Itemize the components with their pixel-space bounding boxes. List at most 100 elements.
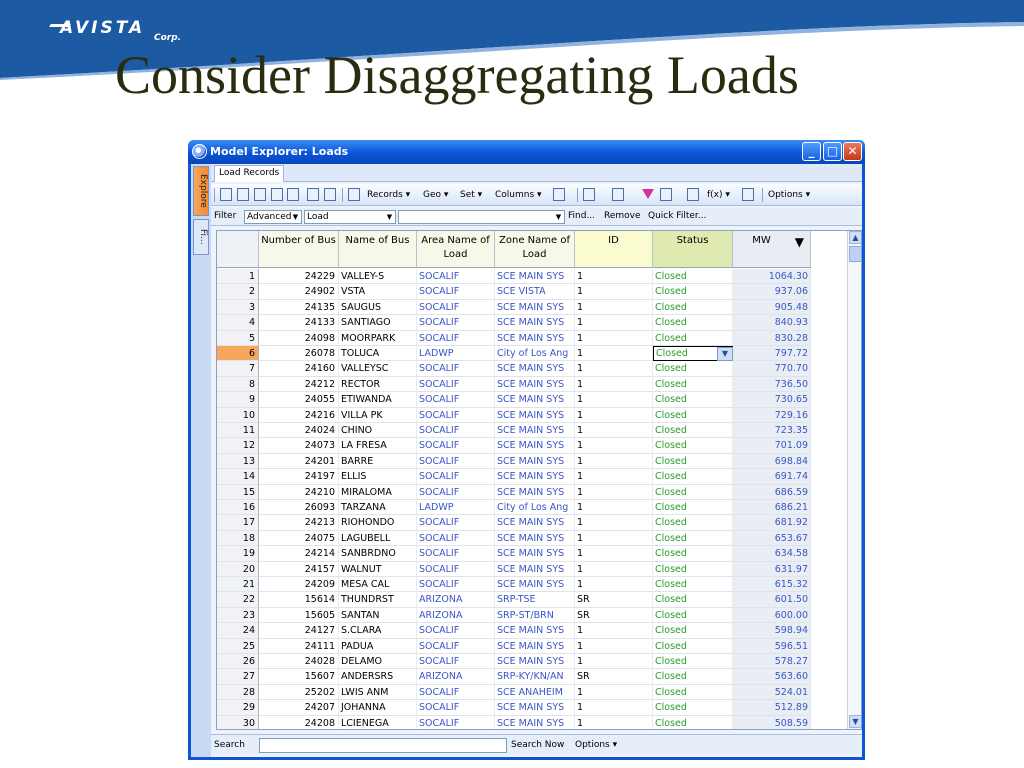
cell-id[interactable]: 1 <box>575 515 653 531</box>
cell-bus-number[interactable]: 24073 <box>259 438 339 454</box>
cell-bus-name[interactable]: PADUA <box>339 638 417 654</box>
table-row[interactable]: 13 24201 BARRE SOCALIF SCE MAIN SYS 1 Closed 69… <box>217 453 842 470</box>
cell-area-name[interactable]: SOCALIF <box>417 530 495 547</box>
cell-bus-name[interactable]: LA FRESA <box>339 438 417 454</box>
cell-status[interactable]: Closed <box>653 500 733 516</box>
increase-decimals-icon[interactable] <box>271 188 283 201</box>
find-button[interactable]: Find... <box>568 210 595 223</box>
cell-zone-name[interactable]: SCE MAIN SYS <box>495 407 575 423</box>
cell-area-name[interactable]: SOCALIF <box>417 284 495 300</box>
cell-mw[interactable]: 701.09 <box>733 438 811 454</box>
row-number[interactable]: 19 <box>217 546 259 562</box>
column-header-id[interactable]: ID <box>575 231 653 268</box>
row-number[interactable]: 29 <box>217 700 259 716</box>
cell-status[interactable]: Closed <box>653 269 733 285</box>
cell-id[interactable]: 1 <box>575 299 653 316</box>
cell-bus-number[interactable]: 24055 <box>259 392 339 408</box>
cell-mw[interactable]: 736.50 <box>733 376 811 393</box>
cell-bus-number[interactable]: 24201 <box>259 453 339 470</box>
cell-bus-number[interactable]: 24208 <box>259 715 339 729</box>
filter-expression-select[interactable]: ▼ <box>398 210 565 224</box>
cell-id[interactable]: 1 <box>575 269 653 285</box>
cell-status[interactable]: Closed <box>653 638 733 654</box>
row-number[interactable]: 27 <box>217 669 259 685</box>
row-number[interactable]: 17 <box>217 515 259 531</box>
cell-mw[interactable]: 840.93 <box>733 315 811 331</box>
cell-status[interactable]: Closed <box>653 546 733 562</box>
cell-mw[interactable]: 631.97 <box>733 561 811 577</box>
cell-area-name[interactable]: SOCALIF <box>417 453 495 470</box>
row-number[interactable]: 23 <box>217 607 259 624</box>
cell-mw[interactable]: 686.21 <box>733 500 811 516</box>
scroll-up-icon[interactable]: ▲ <box>849 231 861 244</box>
cell-bus-number[interactable]: 24075 <box>259 530 339 547</box>
cell-bus-number[interactable]: 15605 <box>259 607 339 624</box>
side-tab-fields[interactable]: Fi... <box>193 219 209 255</box>
row-number[interactable]: 30 <box>217 715 259 729</box>
cell-status[interactable]: Closed <box>653 299 733 316</box>
cell-bus-name[interactable]: SANBRDNO <box>339 546 417 562</box>
table-row[interactable]: 27 15607 ANDERSRS ARIZONA SRP-KY/KN/AN SR Clos… <box>217 669 842 685</box>
cell-bus-name[interactable]: TOLUCA <box>339 346 417 362</box>
aux-icon[interactable] <box>583 188 595 201</box>
cell-id[interactable]: 1 <box>575 623 653 639</box>
find-binoculars-icon[interactable] <box>307 188 319 201</box>
table-row[interactable]: 25 24111 PADUA SOCALIF SCE MAIN SYS 1 Closed 59… <box>217 638 842 654</box>
cell-mw[interactable]: 681.92 <box>733 515 811 531</box>
cell-id[interactable]: SR <box>575 669 653 685</box>
cell-bus-name[interactable]: CHINO <box>339 423 417 439</box>
cell-bus-name[interactable]: MOORPARK <box>339 330 417 346</box>
cell-bus-name[interactable]: WALNUT <box>339 561 417 577</box>
column-header-area-name[interactable]: Area Name of Load <box>417 231 495 268</box>
cell-bus-number[interactable]: 24135 <box>259 299 339 316</box>
cell-bus-name[interactable]: S.CLARA <box>339 623 417 639</box>
grid-colors-icon[interactable] <box>348 188 360 201</box>
row-number[interactable]: 9 <box>217 392 259 408</box>
cell-bus-name[interactable]: LAGUBELL <box>339 530 417 547</box>
row-number[interactable]: 18 <box>217 530 259 547</box>
table-row[interactable]: 5 24098 MOORPARK SOCALIF SCE MAIN SYS 1 Closed… <box>217 330 842 346</box>
quick-filter-button[interactable]: Quick Filter... <box>648 210 706 223</box>
table-row[interactable]: 18 24075 LAGUBELL SOCALIF SCE MAIN SYS 1 Close… <box>217 530 842 547</box>
cell-zone-name[interactable]: SCE MAIN SYS <box>495 469 575 485</box>
remove-button[interactable]: Remove <box>604 210 641 223</box>
cell-bus-name[interactable]: LCIENEGA <box>339 715 417 729</box>
column-header-status[interactable]: Status <box>653 231 733 268</box>
row-number[interactable]: 25 <box>217 638 259 654</box>
cell-bus-number[interactable]: 24098 <box>259 330 339 346</box>
geo-menu[interactable]: Geo ▾ <box>423 188 448 203</box>
cell-status[interactable]: Closed <box>653 330 733 346</box>
cell-zone-name[interactable]: SCE MAIN SYS <box>495 453 575 470</box>
cell-zone-name[interactable]: SCE MAIN SYS <box>495 530 575 547</box>
table-row[interactable]: 3 24135 SAUGUS SOCALIF SCE MAIN SYS 1 Closed 90… <box>217 299 842 316</box>
cell-id[interactable]: 1 <box>575 684 653 701</box>
cell-bus-name[interactable]: RECTOR <box>339 376 417 393</box>
table-row[interactable]: 16 26093 TARZANA LADWP City of Los Ang 1 Close… <box>217 500 842 516</box>
table-row[interactable]: 21 24209 MESA CAL SOCALIF SCE MAIN SYS 1 Close… <box>217 577 842 593</box>
find-abcd-icon[interactable] <box>324 188 336 201</box>
cell-mw[interactable]: 578.27 <box>733 654 811 670</box>
cell-bus-name[interactable]: LWIS ANM <box>339 684 417 701</box>
cell-mw[interactable]: 653.67 <box>733 530 811 547</box>
cell-id[interactable]: 1 <box>575 423 653 439</box>
cell-bus-name[interactable]: MESA CAL <box>339 577 417 593</box>
cell-area-name[interactable]: SOCALIF <box>417 484 495 500</box>
cell-bus-number[interactable]: 24028 <box>259 654 339 670</box>
scroll-down-icon[interactable]: ▼ <box>849 715 861 728</box>
table-row[interactable]: 7 24160 VALLEYSC SOCALIF SCE MAIN SYS 1 Closed… <box>217 361 842 377</box>
cell-area-name[interactable]: LADWP <box>417 500 495 516</box>
cell-status[interactable]: Closed <box>653 315 733 331</box>
table-row[interactable]: 26 24028 DELAMO SOCALIF SCE MAIN SYS 1 Closed 5… <box>217 654 842 670</box>
row-number[interactable]: 2 <box>217 284 259 300</box>
cell-area-name[interactable]: LADWP <box>417 346 495 362</box>
cell-status[interactable]: Closed <box>653 438 733 454</box>
table-row[interactable]: 6 26078 TOLUCA LADWP City of Los Ang 1 Closed ▼… <box>217 346 842 362</box>
cell-mw[interactable]: 937.06 <box>733 284 811 300</box>
table-row[interactable]: 19 24214 SANBRDNO SOCALIF SCE MAIN SYS 1 Close… <box>217 546 842 562</box>
cell-id[interactable]: 1 <box>575 546 653 562</box>
row-number[interactable]: 15 <box>217 484 259 500</box>
cell-bus-name[interactable]: VALLEYSC <box>339 361 417 377</box>
row-number[interactable]: 4 <box>217 315 259 331</box>
cell-zone-name[interactable]: SCE MAIN SYS <box>495 376 575 393</box>
cell-bus-number[interactable]: 26093 <box>259 500 339 516</box>
